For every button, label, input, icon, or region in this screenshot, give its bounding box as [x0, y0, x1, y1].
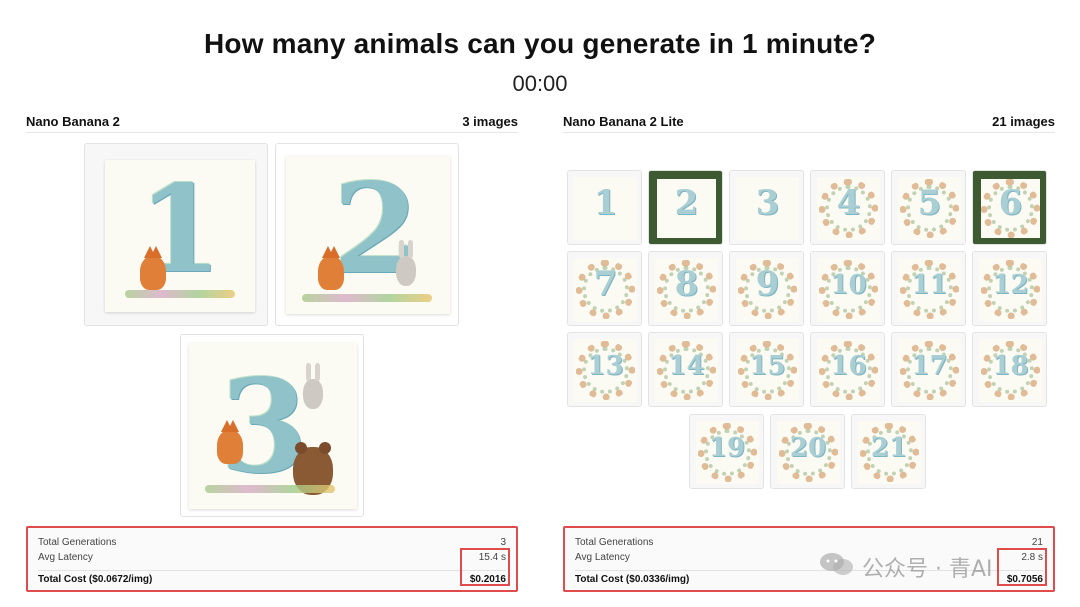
thumbnail-numeral: 4 [836, 183, 861, 223]
thumbnail-numeral: 20 [789, 433, 827, 463]
thumbnail-4[interactable]: 4 [810, 170, 885, 245]
foliage [302, 294, 432, 302]
thumbnail-8[interactable]: 8 [648, 251, 723, 326]
thumbnail-20[interactable]: 20 [769, 414, 845, 489]
left-stats-panel: Total Generations 3 Avg Latency 15.4 s T… [26, 526, 518, 592]
fox-illustration [318, 246, 344, 290]
thumbnail-numeral: 7 [593, 264, 618, 304]
generations-value: 3 [500, 537, 506, 548]
thumbnail-numeral: 13 [587, 351, 624, 381]
thumbnail-numeral: 17 [911, 351, 948, 381]
left-model-name: Nano Banana 2 [26, 114, 120, 129]
thumbnail-9[interactable]: 9 [729, 251, 804, 326]
thumbnail-3[interactable]: 3 [729, 170, 804, 245]
thumbnail-11[interactable]: 11 [891, 251, 966, 326]
latency-label: Avg Latency [38, 552, 93, 563]
thumbnail-numeral: 10 [830, 270, 867, 300]
latency-label: Avg Latency [575, 552, 630, 563]
bunny-illustration [303, 363, 323, 409]
right-image-count: 21 images [992, 114, 1055, 129]
thumbnail-numeral: 3 [755, 183, 780, 223]
thumbnail-numeral: 21 [870, 433, 908, 463]
thumbnail-numeral: 1 [593, 183, 618, 223]
thumbnail-6[interactable]: 6 [972, 170, 1047, 245]
cost-label: Total Cost ($0.0336/img) [575, 574, 690, 585]
countdown-timer: 00:00 [512, 71, 568, 96]
thumbnail-2[interactable]: 2 [648, 170, 723, 245]
thumbnail-numeral: 12 [992, 270, 1029, 300]
left-image-2[interactable]: 2 [275, 143, 459, 326]
thumbnail-numeral: 15 [749, 351, 786, 381]
wechat-logo-icon [820, 553, 853, 575]
bunny-illustration [396, 240, 416, 286]
thumbnail-17[interactable]: 17 [891, 332, 966, 407]
thumbnail-13[interactable]: 13 [567, 332, 642, 407]
thumbnail-numeral: 8 [674, 264, 699, 304]
left-image-1[interactable]: 1 [84, 143, 268, 326]
thumbnail-numeral: 11 [911, 270, 948, 300]
thumbnail-numeral: 5 [917, 183, 942, 223]
thumbnail-19[interactable]: 19 [688, 414, 764, 489]
generations-label: Total Generations [575, 537, 654, 548]
foliage [205, 485, 335, 493]
fox-illustration [140, 246, 166, 290]
thumbnail-14[interactable]: 14 [648, 332, 723, 407]
thumbnail-numeral: 18 [992, 351, 1029, 381]
cost-highlight-box [997, 548, 1047, 586]
thumbnail-18[interactable]: 18 [972, 332, 1047, 407]
watermark-text: 公众号 · 青AI [862, 557, 993, 582]
right-panel-header: Nano Banana 2 Lite 21 images [563, 111, 1055, 133]
thumbnail-10[interactable]: 10 [810, 251, 885, 326]
thumbnail-numeral: 9 [755, 264, 780, 304]
thumbnail-7[interactable]: 7 [567, 251, 642, 326]
thumbnail-1[interactable]: 1 [567, 170, 642, 245]
left-image-count: 3 images [462, 114, 518, 129]
fox-illustration [217, 420, 243, 464]
thumbnail-numeral: 16 [830, 351, 867, 381]
cost-highlight-box [460, 548, 510, 586]
left-panel-header: Nano Banana 2 3 images [26, 111, 518, 133]
thumbnail-15[interactable]: 15 [729, 332, 804, 407]
thumbnail-5[interactable]: 5 [891, 170, 966, 245]
thumbnail-numeral: 2 [674, 183, 699, 223]
thumbnail-21[interactable]: 21 [850, 414, 926, 489]
thumbnail-12[interactable]: 12 [972, 251, 1047, 326]
left-image-3[interactable]: 3 [180, 334, 364, 517]
cost-label: Total Cost ($0.0672/img) [38, 574, 153, 585]
thumbnail-numeral: 6 [998, 183, 1023, 223]
thumbnail-16[interactable]: 16 [810, 332, 885, 407]
page-title: How many animals can you generate in 1 m… [203, 28, 877, 59]
right-model-name: Nano Banana 2 Lite [563, 114, 684, 129]
foliage [125, 290, 235, 298]
generations-label: Total Generations [38, 537, 117, 548]
thumbnail-numeral: 19 [708, 433, 746, 463]
generations-value: 21 [1031, 537, 1043, 548]
thumbnail-numeral: 14 [668, 351, 705, 381]
